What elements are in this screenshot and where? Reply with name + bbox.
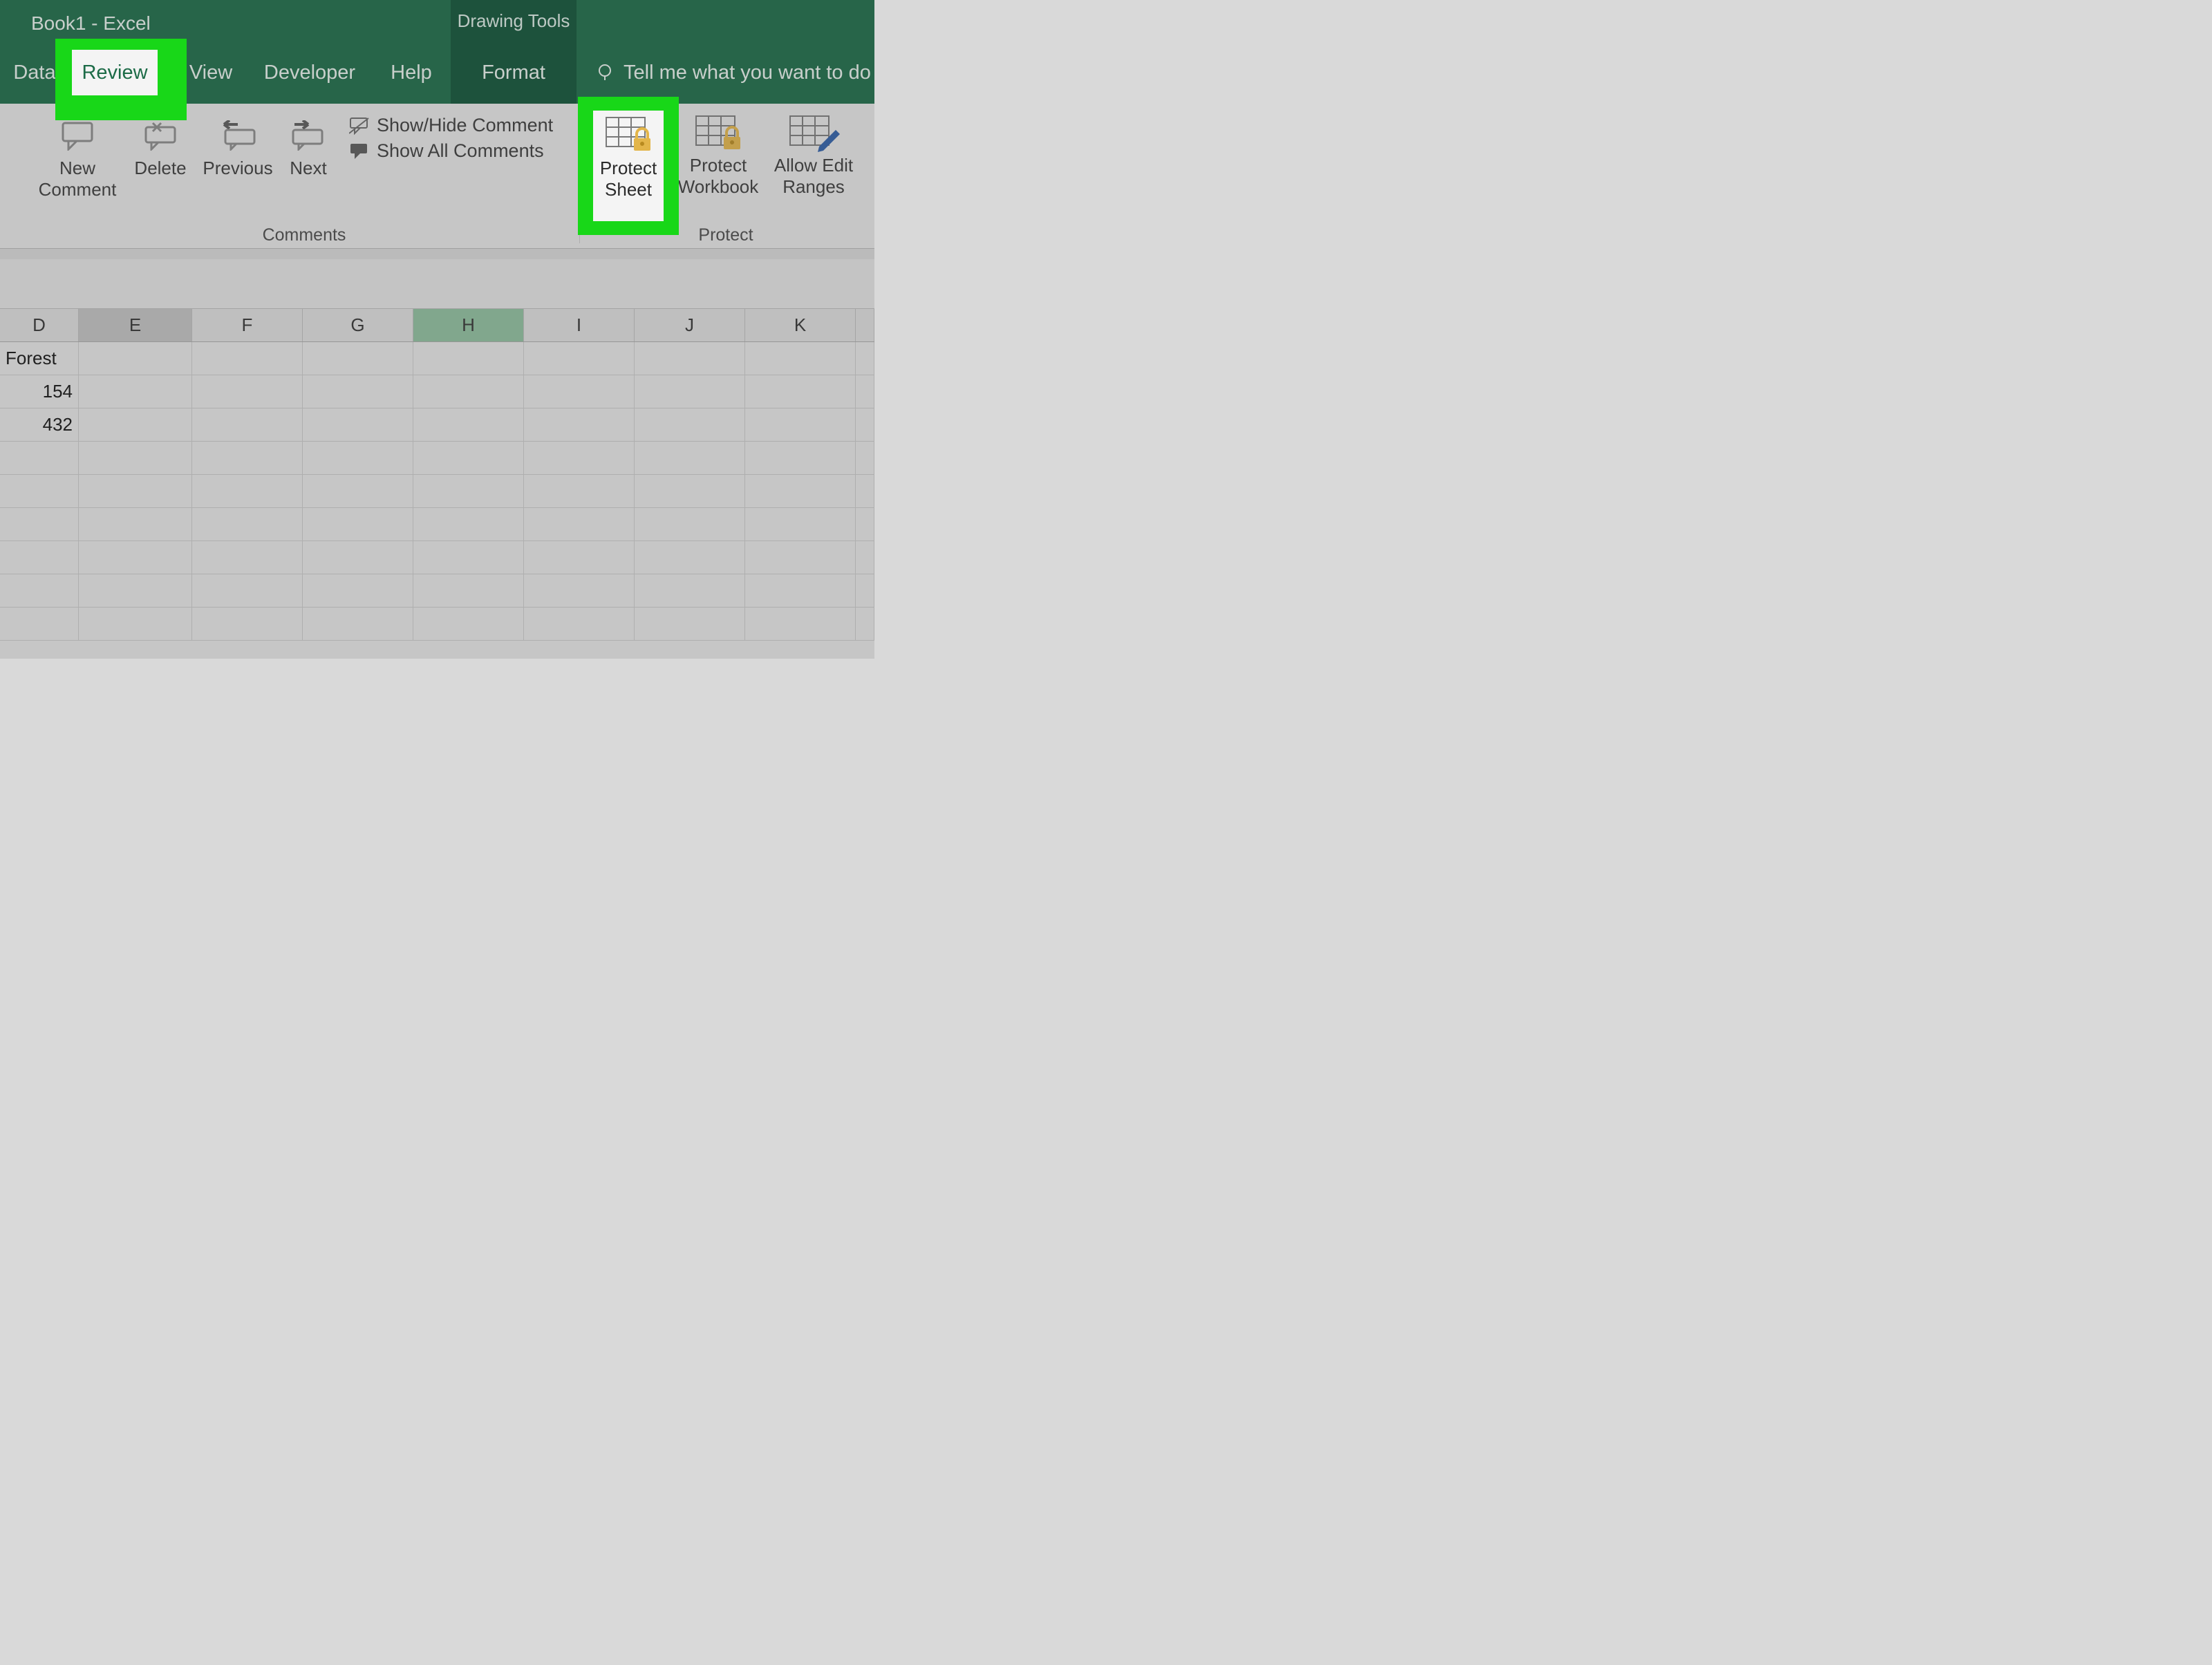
- cell-D2[interactable]: 154: [0, 375, 79, 408]
- contextual-tab-drawing-tools: Drawing Tools: [451, 0, 577, 41]
- cell[interactable]: [192, 408, 303, 441]
- cell[interactable]: [524, 375, 635, 408]
- tell-me-search[interactable]: Tell me what you want to do: [589, 41, 874, 104]
- window-title: Book1 - Excel: [31, 12, 151, 35]
- ribbon-tabs: Data View Developer Help Format Tell me …: [0, 41, 874, 104]
- cell[interactable]: [303, 408, 413, 441]
- column-header-H[interactable]: H: [413, 309, 524, 341]
- protect-workbook-label-1: Protect: [690, 155, 747, 176]
- new-comment-label-1: New: [59, 158, 95, 178]
- grid-row: 432: [0, 408, 874, 442]
- previous-arrow-icon: [217, 116, 259, 155]
- cell[interactable]: [413, 375, 524, 408]
- column-header-E[interactable]: E: [79, 309, 192, 341]
- lightbulb-icon: [596, 62, 614, 83]
- allow-edit-ranges-label-2: Ranges: [782, 176, 845, 197]
- cell[interactable]: [524, 408, 635, 441]
- cell[interactable]: [79, 375, 192, 408]
- cell[interactable]: [635, 375, 745, 408]
- ribbon-review: NewComment Delete Previous Next Show/Hid…: [0, 104, 874, 249]
- ribbon-group-protect-label: Protect: [588, 225, 864, 245]
- allow-edit-ranges-label-1: Allow Edit: [774, 155, 853, 176]
- cell[interactable]: [745, 408, 856, 441]
- cell[interactable]: [524, 342, 635, 375]
- ribbon-group-separator: [579, 108, 580, 243]
- cell[interactable]: [856, 375, 874, 408]
- cell[interactable]: [303, 375, 413, 408]
- cell[interactable]: [856, 408, 874, 441]
- cell-D1[interactable]: Forest: [0, 342, 79, 375]
- tab-view[interactable]: View: [183, 41, 238, 104]
- tab-help[interactable]: Help: [384, 41, 439, 104]
- delete-comment-label: Delete: [134, 158, 186, 179]
- grid-row: 154: [0, 375, 874, 408]
- comment-links: Show/Hide Comment Show All Comments: [349, 115, 553, 166]
- column-header-D[interactable]: D: [0, 309, 79, 341]
- column-header-I[interactable]: I: [524, 309, 635, 341]
- tab-format[interactable]: Format: [451, 41, 577, 104]
- new-comment-label-2: Comment: [39, 179, 117, 200]
- cell-grid[interactable]: Forest 154 432: [0, 342, 874, 641]
- next-comment-button[interactable]: Next: [281, 116, 336, 179]
- cell[interactable]: [192, 375, 303, 408]
- protect-workbook-label-2: Workbook: [678, 176, 759, 197]
- worksheet-area: D E F G H I J K Forest 154: [0, 259, 874, 659]
- next-arrow-icon: [288, 116, 329, 155]
- protect-workbook-icon: [693, 113, 743, 152]
- cell[interactable]: [856, 342, 874, 375]
- column-header-K[interactable]: K: [745, 309, 856, 341]
- cell[interactable]: [745, 375, 856, 408]
- cell[interactable]: [303, 342, 413, 375]
- column-header-F[interactable]: F: [192, 309, 303, 341]
- column-header-J[interactable]: J: [635, 309, 745, 341]
- cell[interactable]: [413, 342, 524, 375]
- comment-small-icon: [349, 142, 370, 160]
- cell[interactable]: [635, 342, 745, 375]
- next-comment-label: Next: [290, 158, 326, 179]
- show-hide-comment-label: Show/Hide Comment: [377, 115, 553, 136]
- delete-comment-icon: [142, 116, 179, 155]
- cell[interactable]: [192, 342, 303, 375]
- cell[interactable]: [79, 408, 192, 441]
- cell[interactable]: [635, 408, 745, 441]
- title-bar: Book1 - Excel Drawing Tools: [0, 0, 874, 41]
- column-header-edge: [856, 309, 874, 341]
- allow-edit-ranges-button[interactable]: Allow EditRanges: [769, 113, 859, 198]
- show-all-comments-button[interactable]: Show All Comments: [349, 140, 553, 162]
- ribbon-group-comments-label: Comments: [41, 225, 567, 245]
- cell[interactable]: [413, 408, 524, 441]
- allow-edit-ranges-icon: [787, 113, 840, 152]
- grid-row: Forest: [0, 342, 874, 375]
- previous-comment-button[interactable]: Previous: [196, 116, 279, 179]
- cell-D3[interactable]: 432: [0, 408, 79, 441]
- tell-me-label: Tell me what you want to do: [624, 62, 871, 84]
- comment-icon: [59, 116, 96, 155]
- column-headers: D E F G H I J K: [0, 309, 874, 342]
- comment-small-icon: [349, 117, 370, 135]
- tab-developer[interactable]: Developer: [254, 41, 365, 104]
- column-header-G[interactable]: G: [303, 309, 413, 341]
- previous-comment-label: Previous: [203, 158, 272, 179]
- delete-comment-button[interactable]: Delete: [126, 116, 195, 179]
- protect-workbook-button[interactable]: ProtectWorkbook: [675, 113, 762, 198]
- formula-bar-area[interactable]: [0, 259, 874, 309]
- new-comment-button[interactable]: NewComment: [29, 116, 126, 200]
- cell[interactable]: [745, 342, 856, 375]
- show-all-comments-label: Show All Comments: [377, 140, 544, 162]
- tab-data[interactable]: Data: [7, 41, 62, 104]
- show-hide-comment-button[interactable]: Show/Hide Comment: [349, 115, 553, 136]
- cell[interactable]: [79, 342, 192, 375]
